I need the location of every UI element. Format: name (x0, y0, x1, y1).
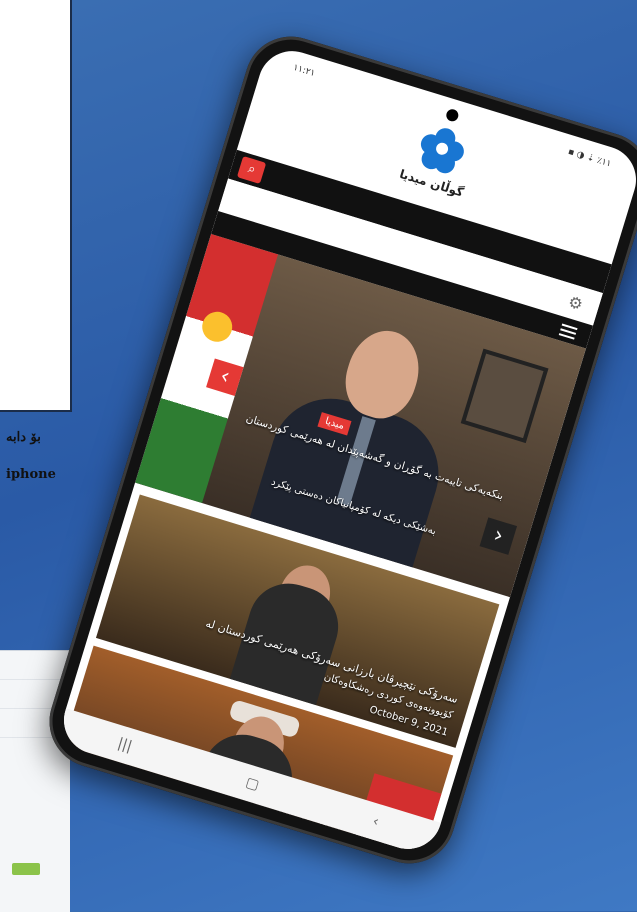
search-button[interactable]: ⌕ (236, 155, 267, 185)
panel-row (0, 651, 70, 680)
gear-icon[interactable]: ⚙ (566, 292, 585, 314)
status-time: ۱۱:۲۱ (291, 62, 317, 80)
search-icon: ⌕ (246, 161, 258, 178)
hamburger-icon[interactable] (558, 321, 579, 343)
flower-logo-icon (414, 122, 469, 177)
slider-next-button[interactable]: › (479, 517, 518, 555)
wall-frame (460, 348, 549, 444)
background-caption-2: iphone (6, 467, 56, 482)
home-button[interactable]: ▢ (244, 774, 261, 793)
panel-pill (12, 863, 40, 875)
back-button[interactable]: ‹ (371, 813, 381, 830)
background-document (0, 0, 72, 412)
background-caption-1: بۆ دابە (6, 430, 41, 445)
phone-device: ۱۱:۲۱ ▪ ◑ ⇣ ٪۱۱ گوڵان میدیا ⌕ ⚙ ‹ › میدی… (38, 25, 637, 875)
recent-apps-button[interactable]: ||| (116, 735, 134, 754)
phone-screen: ۱۱:۲۱ ▪ ◑ ⇣ ٪۱۱ گوڵان میدیا ⌕ ⚙ ‹ › میدی… (55, 42, 637, 858)
